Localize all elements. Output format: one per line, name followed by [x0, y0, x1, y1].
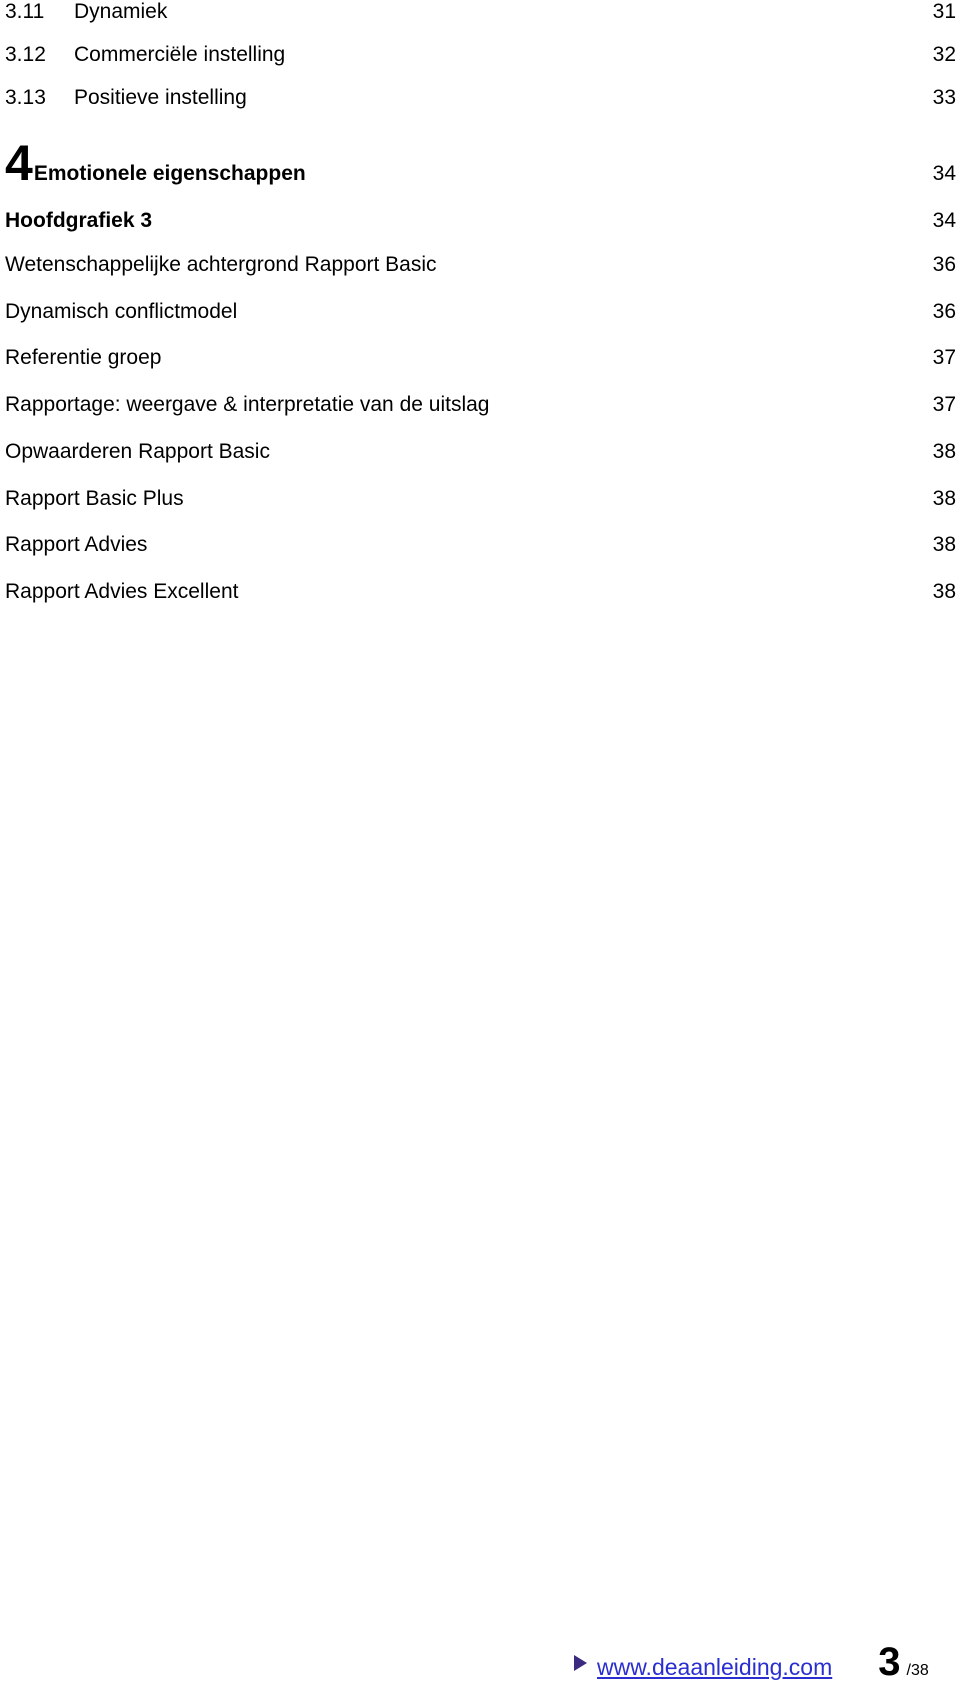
footer: www.deaanleiding.com 3 /38 [574, 1640, 929, 1685]
toc-entry[interactable]: Referentie groep 37 [5, 346, 956, 370]
toc-chapter[interactable]: 4 Emotionele eigenschappen 34 [5, 134, 956, 192]
section-title: Hoofdgrafiek 3 [5, 209, 153, 232]
entry-title: Rapportage: weergave & interpretatie van… [5, 393, 490, 417]
entry-title: Dynamisch conflictmodel [5, 299, 238, 323]
entry-number: 3.11 [5, 0, 45, 23]
chapter-title: Emotionele eigenschappen [33, 162, 306, 185]
toc-entry[interactable]: 3.12 Commerciële instelling 32 [5, 43, 956, 67]
toc-entry[interactable]: Rapport Basic Plus 38 [5, 487, 956, 511]
toc-entry[interactable]: Dynamisch conflictmodel 36 [5, 300, 956, 324]
page-number: 3 [878, 1640, 901, 1684]
entry-page: 36 [932, 253, 956, 276]
toc-section[interactable]: Hoofdgrafiek 3 34 [5, 209, 956, 233]
entry-page: 31 [932, 0, 956, 23]
entry-page: 38 [932, 579, 956, 603]
entry-page: 38 [932, 486, 956, 510]
entry-page: 34 [932, 162, 956, 185]
entry-title: Commerciële instelling [74, 43, 286, 66]
toc-entry[interactable]: Rapportage: weergave & interpretatie van… [5, 393, 956, 417]
entry-title: Rapport Advies [5, 533, 148, 557]
entry-page: 37 [932, 393, 956, 417]
entry-page: 34 [932, 209, 956, 232]
toc-entry[interactable]: Rapport Advies Excellent 38 [5, 580, 956, 604]
toc-entry[interactable]: Rapport Advies 38 [5, 533, 956, 557]
triangle-right-icon [574, 1654, 587, 1671]
entry-title: Wetenschappelijke achtergrond Rapport Ba… [5, 253, 437, 276]
toc-entry[interactable]: Wetenschappelijke achtergrond Rapport Ba… [5, 253, 956, 277]
entry-title: Positieve instelling [74, 86, 247, 109]
entry-number: 3.13 [5, 86, 46, 109]
entry-title: Rapport Basic Plus [5, 486, 184, 510]
entry-title: Opwaarderen Rapport Basic [5, 439, 270, 463]
entry-page: 38 [932, 533, 956, 557]
entry-page: 33 [932, 86, 956, 109]
entry-number: 3.12 [5, 43, 46, 66]
entry-title: Rapport Advies Excellent [5, 579, 239, 603]
toc-entry[interactable]: 3.11 Dynamiek 31 [5, 0, 956, 24]
entry-title: Dynamiek [74, 0, 168, 23]
toc-entry[interactable]: 3.13 Positieve instelling 33 [5, 86, 956, 110]
entry-page: 36 [932, 299, 956, 323]
website-link[interactable]: www.deaanleiding.com [597, 1654, 832, 1681]
toc-entry[interactable]: Opwaarderen Rapport Basic 38 [5, 440, 956, 464]
page-total: /38 [906, 1662, 929, 1679]
entry-page: 38 [932, 439, 956, 463]
entry-page: 32 [932, 43, 956, 66]
entry-title: Referentie groep [5, 346, 162, 370]
chapter-number: 4 [5, 135, 33, 191]
entry-page: 37 [932, 346, 956, 370]
